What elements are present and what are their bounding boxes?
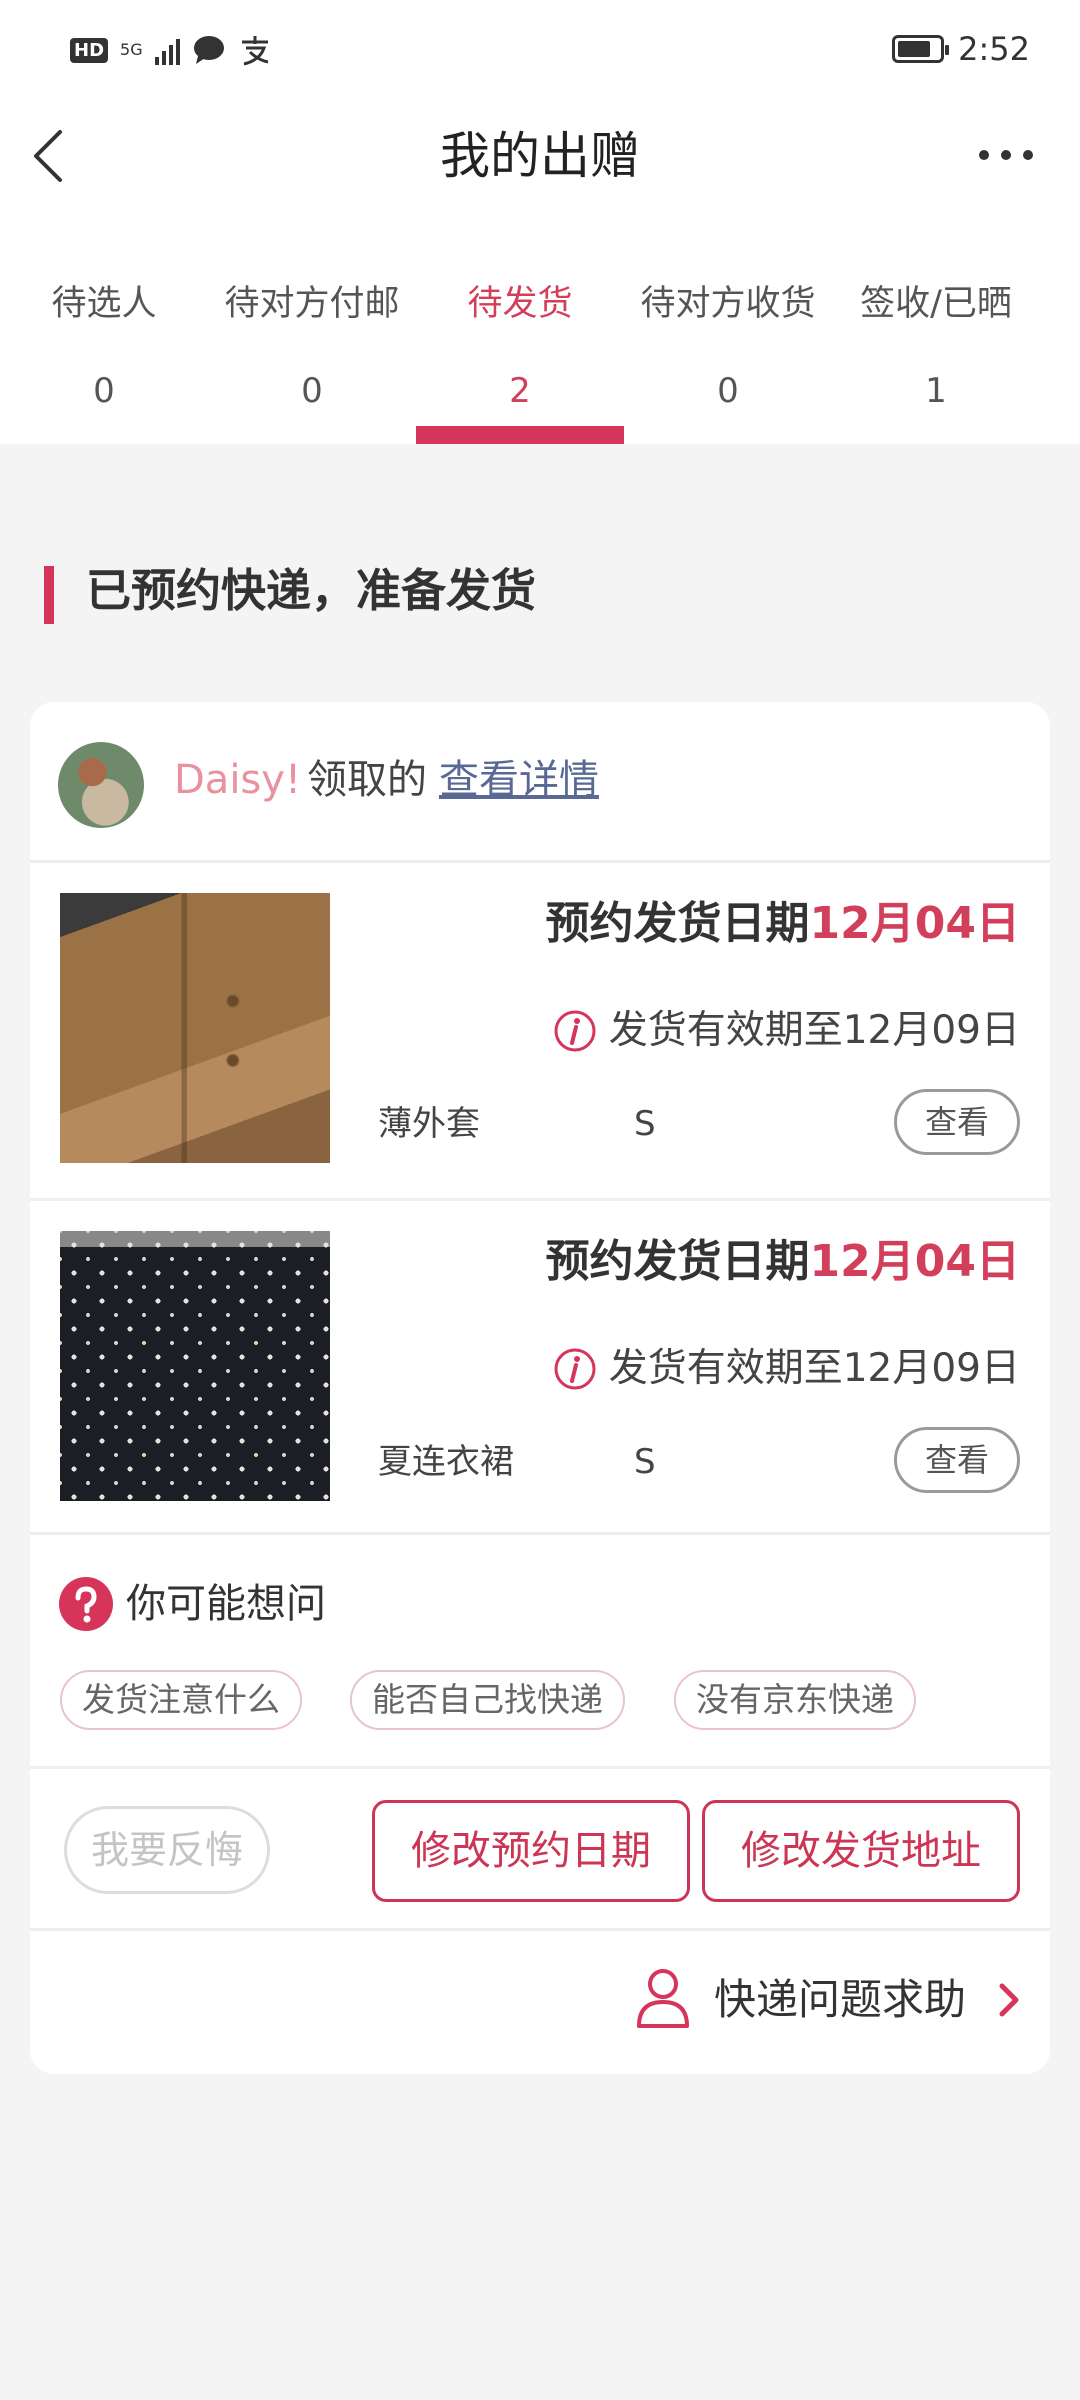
change-address-button[interactable]: 修改发货地址 xyxy=(702,1800,1020,1902)
tab-label: 待发货 xyxy=(467,284,573,324)
receiver-line: Daisy! 领取的 查看详情 xyxy=(174,750,599,810)
actions-section: 我要反悔 修改预约日期 修改发货地址 xyxy=(30,1768,1050,1928)
faq-title: 你可能想问 xyxy=(126,1581,326,1627)
status-left-icons: HD 5G xyxy=(70,34,272,66)
courier-help-label: 快递问题求助 xyxy=(714,1975,967,2024)
receiver-name[interactable]: Daisy! xyxy=(174,757,301,803)
courier-help-row[interactable]: 快递问题求助 xyxy=(30,1930,1050,2074)
status-right: 2:52 xyxy=(892,30,1030,68)
receiver-row: Daisy! 领取的 查看详情 xyxy=(30,702,1050,860)
scheduled-ship-date: 预约发货日期12月04日 xyxy=(546,1227,1020,1297)
user-icon xyxy=(637,1969,689,2028)
alipay-icon xyxy=(241,36,268,66)
validity-text: 发货有效期至12月09日 xyxy=(608,1346,1020,1391)
signal-icon xyxy=(154,35,180,65)
regret-button[interactable]: 我要反悔 xyxy=(64,1806,270,1894)
avatar[interactable] xyxy=(58,742,144,828)
tab-count: 1 xyxy=(925,371,947,411)
change-date-button[interactable]: 修改预约日期 xyxy=(372,1800,690,1902)
item-row: 预约发货日期12月04日 发货有效期至12月09日 夏连衣裙 S 查看 xyxy=(30,1201,1050,1537)
ship-date-value: 12月04日 xyxy=(809,898,1020,949)
clock-time: 2:52 xyxy=(958,30,1030,68)
item-size: S xyxy=(634,1442,656,1482)
tab-label: 待选人 xyxy=(51,284,157,324)
active-tab-indicator xyxy=(416,426,624,444)
item-size: S xyxy=(634,1104,656,1144)
item-name: 夏连衣裙 xyxy=(378,1442,514,1482)
tab-count: 0 xyxy=(717,371,739,411)
validity-line: 发货有效期至12月09日 xyxy=(553,1339,1020,1399)
section-title: 已预约快递，准备发货 xyxy=(86,564,537,617)
hd-badge: HD xyxy=(70,37,109,63)
tab-pending-select[interactable]: 待选人 0 xyxy=(0,270,208,444)
validity-text: 发货有效期至12月09日 xyxy=(608,1008,1020,1053)
tab-count: 0 xyxy=(301,371,323,411)
tab-pending-shipment[interactable]: 待发货 2 xyxy=(416,270,624,444)
page-title: 我的出赠 xyxy=(440,127,640,185)
tab-count: 2 xyxy=(509,371,531,411)
validity-line: 发货有效期至12月09日 xyxy=(553,1001,1020,1061)
tab-received-shared[interactable]: 签收/已晒 1 xyxy=(832,270,1040,444)
section-accent-bar xyxy=(44,566,54,624)
shipment-card: Daisy! 领取的 查看详情 预约发货日期12月04日 发货有效期至12月09日 … xyxy=(30,702,1050,2074)
tab-pending-receipt[interactable]: 待对方收货 0 xyxy=(624,270,832,444)
tab-label: 待对方收货 xyxy=(640,284,816,324)
faq-section: 你可能想问 发货注意什么 能否自己找快递 没有京东快递 xyxy=(30,1534,1050,1766)
more-dots-icon[interactable] xyxy=(976,140,1036,170)
scheduled-ship-date: 预约发货日期12月04日 xyxy=(546,889,1020,959)
ship-date-label: 预约发货日期 xyxy=(545,1236,810,1287)
chevron-right-icon xyxy=(999,1983,1019,2017)
view-button[interactable]: 查看 xyxy=(894,1089,1020,1155)
battery-level-fill xyxy=(898,41,931,57)
status-tabs: 待选人 0 待对方付邮 0 待发货 2 待对方收货 0 签收/已晒 1 xyxy=(0,270,1080,444)
ship-date-label: 预约发货日期 xyxy=(545,898,810,949)
network-type: 5G xyxy=(120,40,143,59)
tab-count: 0 xyxy=(93,371,115,411)
faq-chip[interactable]: 没有京东快递 xyxy=(674,1670,916,1730)
brown-jacket-photo[interactable] xyxy=(60,893,330,1163)
floral-dress-photo[interactable] xyxy=(60,1231,330,1501)
view-details-link[interactable]: 查看详情 xyxy=(439,757,599,803)
info-icon xyxy=(554,1010,596,1052)
tab-pending-postage[interactable]: 待对方付邮 0 xyxy=(208,270,416,444)
item-row: 预约发货日期12月04日 发货有效期至12月09日 薄外套 S 查看 xyxy=(30,863,1050,1199)
ship-date-value: 12月04日 xyxy=(809,1236,1020,1287)
info-icon xyxy=(554,1348,596,1390)
question-circle-icon xyxy=(59,1577,113,1631)
app-header: 我的出赠 xyxy=(0,100,1080,212)
item-name: 薄外套 xyxy=(378,1104,480,1144)
faq-chip[interactable]: 发货注意什么 xyxy=(60,1670,302,1730)
view-button[interactable]: 查看 xyxy=(894,1427,1020,1493)
faq-chip[interactable]: 能否自己找快递 xyxy=(350,1670,625,1730)
receiver-action-text: 领取的 xyxy=(306,757,427,803)
message-icon xyxy=(193,36,224,64)
tab-label: 待对方付邮 xyxy=(224,284,400,324)
battery-icon xyxy=(892,35,950,63)
tab-label: 签收/已晒 xyxy=(860,284,1012,324)
status-bar: HD 5G 2:52 xyxy=(0,0,1080,100)
